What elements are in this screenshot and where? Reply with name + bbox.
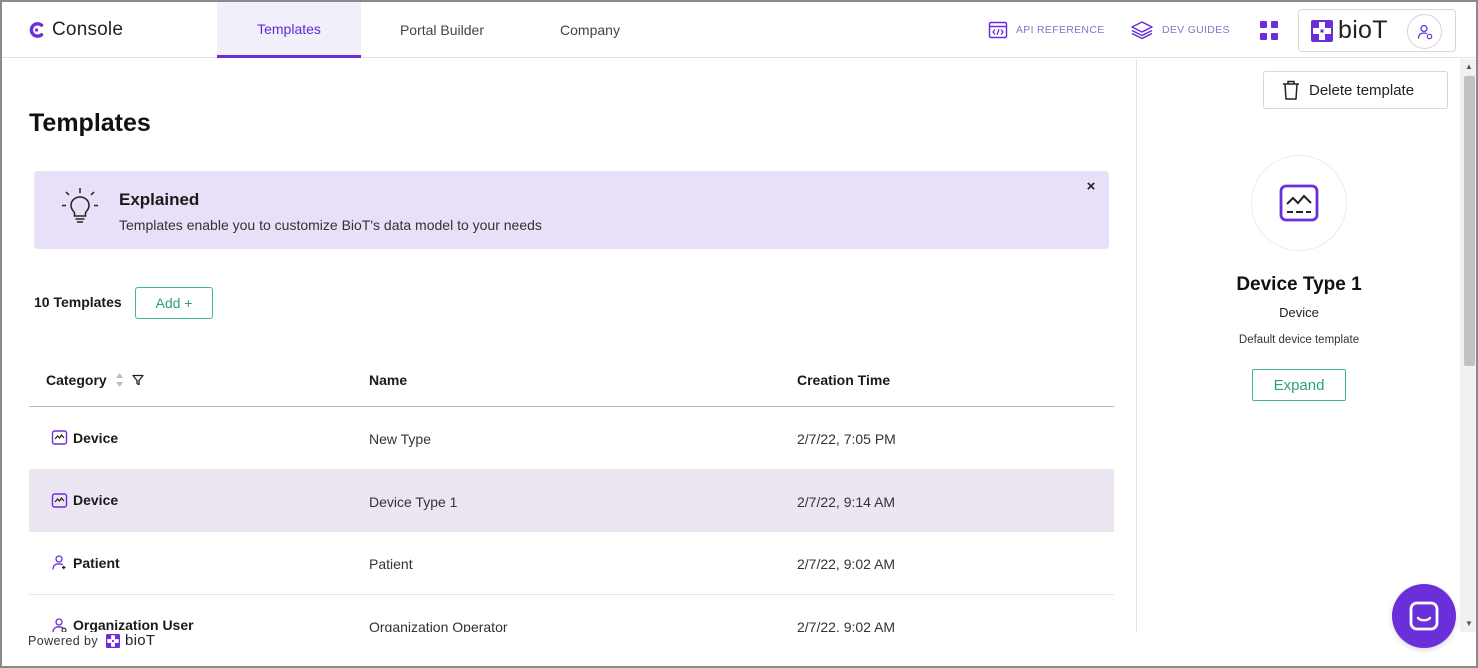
scroll-down-arrow-icon[interactable]: ▼	[1460, 616, 1476, 632]
delete-template-label: Delete template	[1309, 81, 1415, 99]
biot-logo: bioT	[1311, 16, 1388, 45]
apps-grid-icon[interactable]	[1260, 21, 1280, 41]
table-row[interactable]: Device New Type 2/7/22, 7:05 PM	[29, 407, 1114, 470]
delete-template-button[interactable]: Delete template	[1263, 71, 1448, 109]
powered-by-label: Powered by	[28, 633, 99, 648]
add-template-button[interactable]: Add +	[135, 287, 213, 319]
console-logo-icon	[29, 22, 44, 38]
expand-button[interactable]: Expand	[1252, 369, 1346, 401]
powered-by-footer: Powered by bioT	[28, 632, 156, 649]
table-row[interactable]: Device Device Type 1 2/7/22, 9:14 AM	[29, 469, 1114, 532]
api-reference-icon	[988, 21, 1008, 39]
tab-templates[interactable]: Templates	[217, 2, 361, 58]
category-label: Patient	[73, 554, 120, 571]
template-category: Device	[1279, 305, 1319, 320]
template-description: Default device template	[1238, 334, 1360, 346]
layers-icon	[1131, 21, 1153, 40]
chat-launcher-button[interactable]	[1392, 584, 1456, 648]
template-detail-panel: Delete template Device Type 1 Device Def…	[1136, 59, 1460, 632]
category-cell: Device	[51, 429, 118, 446]
scrollbar-thumb[interactable]	[1464, 76, 1475, 366]
column-name[interactable]: Name	[369, 372, 407, 388]
device-icon	[51, 492, 68, 508]
user-settings-icon	[1417, 24, 1432, 39]
sort-icon[interactable]	[115, 372, 124, 388]
filter-icon[interactable]	[132, 374, 144, 386]
chat-icon	[1409, 601, 1439, 631]
main-content: Templates Explained Templates enable you…	[2, 59, 1136, 632]
templates-table: Category Name Creation Time Device New T…	[29, 349, 1114, 632]
name-cell: Organization Operator	[369, 618, 508, 633]
creation-time-cell: 2/7/22, 9:14 AM	[797, 493, 896, 510]
category-cell: Organization User	[51, 617, 194, 632]
trash-icon	[1283, 80, 1299, 100]
tab-portal-builder[interactable]: Portal Builder	[372, 2, 512, 58]
app-window: Console Templates Portal Builder Company…	[0, 0, 1478, 668]
table-row[interactable]: Patient Patient 2/7/22, 9:02 AM	[29, 532, 1114, 595]
biot-logo-text: bioT	[1338, 16, 1388, 44]
creation-time-cell: 2/7/22, 7:05 PM	[797, 431, 896, 447]
category-label: Device	[73, 492, 119, 508]
banner-title: Explained	[119, 190, 200, 209]
patient-icon	[52, 555, 66, 570]
creation-time-cell: 2/7/22, 9:02 AM	[797, 556, 896, 572]
name-cell: New Type	[369, 431, 431, 447]
app-name: Console	[52, 19, 124, 40]
device-icon	[51, 430, 68, 445]
top-navigation-bar: Console Templates Portal Builder Company…	[2, 2, 1476, 58]
explained-banner: Explained Templates enable you to custom…	[34, 171, 1109, 249]
api-reference-label: API REFERENCE	[1016, 24, 1105, 36]
table-row[interactable]: Organization User Organization Operator …	[29, 595, 1114, 633]
api-reference-link[interactable]: API REFERENCE	[988, 20, 1105, 40]
dev-guides-label: DEV GUIDES	[1162, 24, 1230, 36]
templates-count: 10 Templates	[34, 294, 122, 310]
name-cell: Device Type 1	[369, 493, 458, 510]
template-avatar	[1251, 155, 1347, 251]
column-category-label: Category	[46, 372, 107, 388]
page-title: Templates	[29, 109, 151, 137]
scroll-up-arrow-icon[interactable]: ▲	[1460, 59, 1476, 75]
avatar[interactable]	[1407, 14, 1442, 49]
biot-logo-icon	[1311, 19, 1333, 42]
template-title: Device Type 1	[1236, 274, 1362, 295]
category-cell: Device	[51, 492, 118, 509]
category-label: Device	[73, 429, 119, 446]
column-category[interactable]: Category	[46, 372, 144, 388]
column-creation-time[interactable]: Creation Time	[797, 372, 890, 388]
lightbulb-icon	[62, 188, 98, 223]
close-icon[interactable]: ×	[1084, 179, 1098, 194]
biot-logo-icon	[106, 633, 121, 648]
device-icon	[1279, 184, 1319, 222]
name-cell: Patient	[369, 556, 413, 572]
dev-guides-link[interactable]: DEV GUIDES	[1130, 20, 1230, 40]
footer-logo-text: bioT	[125, 632, 156, 649]
console-brand[interactable]: Console	[28, 19, 123, 41]
vertical-scrollbar[interactable]: ▲ ▼	[1460, 59, 1476, 632]
tab-company[interactable]: Company	[524, 2, 656, 58]
table-header: Category Name Creation Time	[29, 349, 1114, 407]
account-menu[interactable]: bioT	[1298, 9, 1456, 52]
creation-time-cell: 2/7/22, 9:02 AM	[797, 618, 896, 633]
banner-text: Templates enable you to customize BioT's…	[119, 217, 542, 233]
category-cell: Patient	[51, 554, 120, 571]
footer-biot-logo: bioT	[106, 632, 155, 649]
category-label: Organization User	[73, 617, 194, 632]
organization-user-icon	[52, 617, 67, 632]
